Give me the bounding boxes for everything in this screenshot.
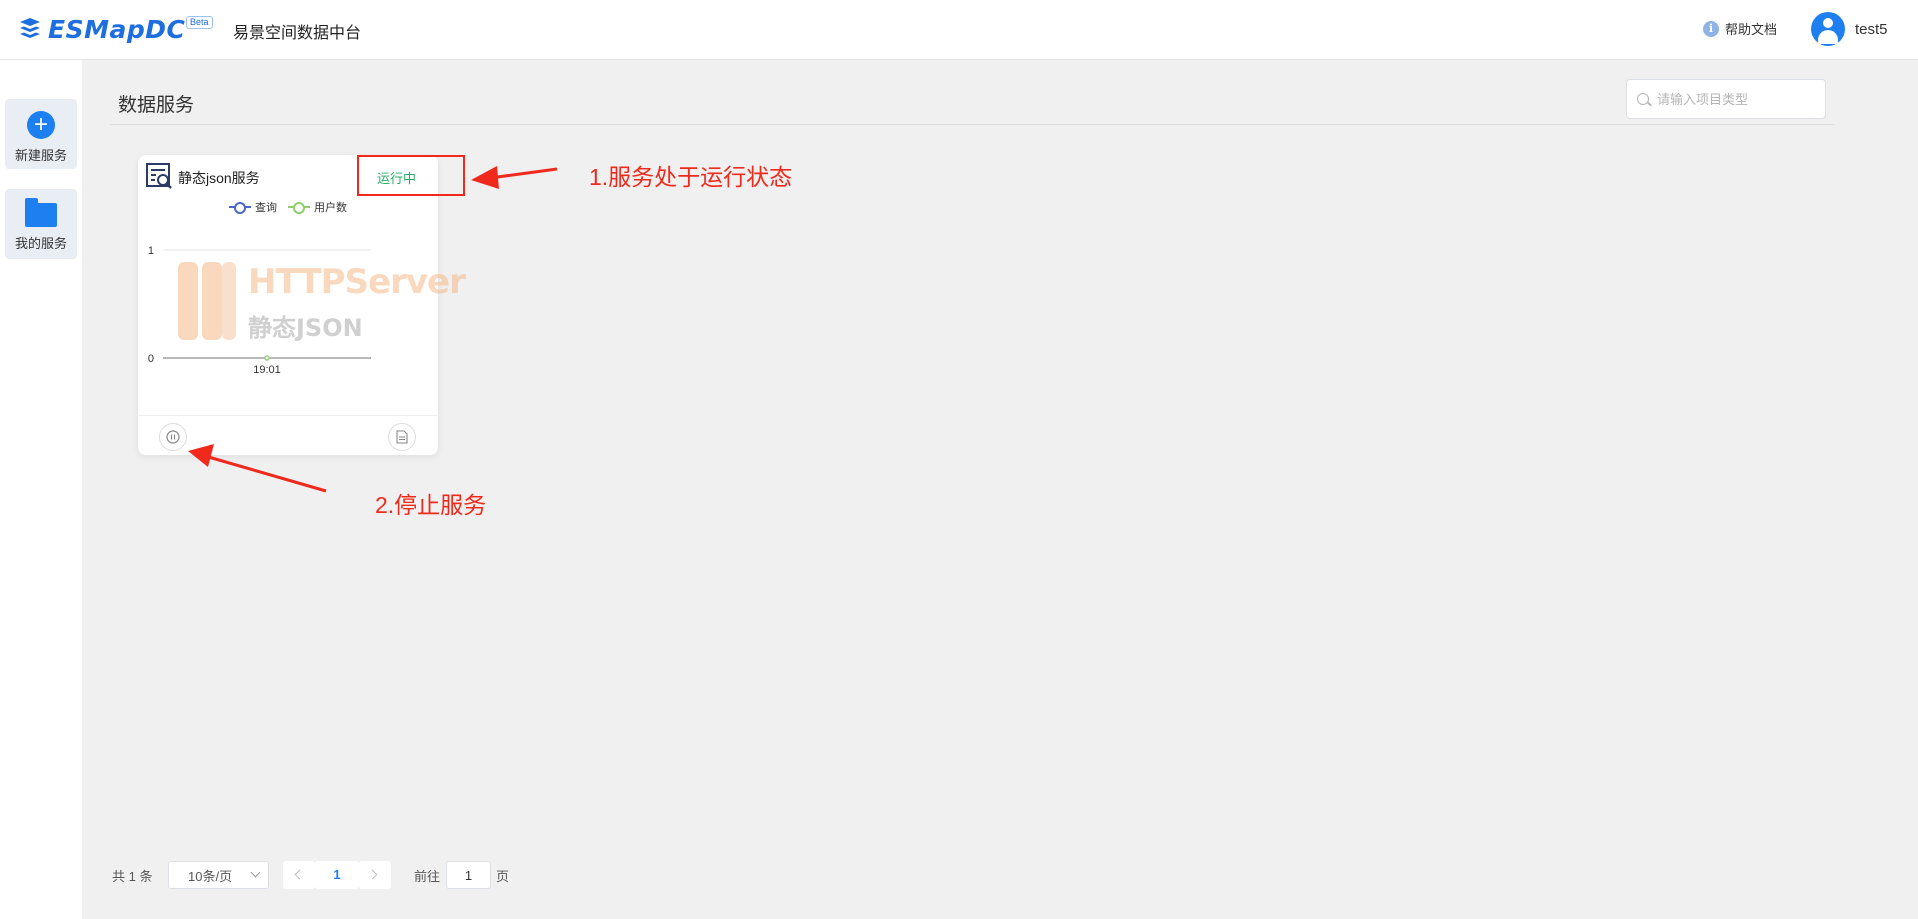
usage-line-chart: 1 0 19:01 bbox=[148, 245, 371, 376]
x-tick-label: 19:01 bbox=[253, 364, 281, 376]
legend-item-query[interactable]: 查询 bbox=[228, 199, 277, 215]
annotation-note-2: 2.停止服务 bbox=[375, 492, 487, 518]
sidebar-item-new-service[interactable]: + 新建服务 bbox=[5, 99, 77, 169]
divider bbox=[110, 124, 1835, 125]
next-page-button[interactable] bbox=[359, 861, 391, 889]
logo[interactable]: ESMapDC Beta bbox=[18, 14, 213, 44]
search-input[interactable] bbox=[1657, 91, 1817, 107]
goto-label: 前往 bbox=[414, 868, 441, 884]
stop-service-button[interactable] bbox=[159, 423, 187, 451]
legend-item-users[interactable]: 用户数 bbox=[288, 199, 347, 215]
annotation-arrow-1 bbox=[471, 166, 558, 189]
legend-label: 用户数 bbox=[314, 202, 348, 214]
y-tick-label: 0 bbox=[148, 353, 154, 365]
card-footer-divider bbox=[138, 415, 438, 416]
chevron-down-icon bbox=[250, 867, 261, 878]
pagination-total: 共 1 条 bbox=[112, 868, 153, 884]
top-header: ESMapDC Beta 易景空间数据中台 i 帮助文档 test5 bbox=[0, 0, 1918, 60]
info-icon: i bbox=[1703, 20, 1719, 37]
page-number-current[interactable]: 1 bbox=[315, 861, 359, 889]
help-docs-label: 帮助文档 bbox=[1725, 22, 1778, 37]
legend-marker bbox=[228, 202, 251, 214]
view-document-button[interactable] bbox=[388, 423, 416, 451]
y-tick-label: 1 bbox=[148, 245, 154, 257]
page-title: 数据服务 bbox=[118, 95, 195, 116]
sidebar: + 新建服务 我的服务 bbox=[0, 60, 82, 919]
page-size-value: 10条/页 bbox=[188, 868, 233, 884]
avatar bbox=[1811, 12, 1845, 46]
plus-icon: + bbox=[27, 111, 55, 139]
help-docs-link[interactable]: i 帮助文档 bbox=[1703, 19, 1777, 38]
logo-text: ESMapDC bbox=[48, 14, 186, 44]
logo-icon bbox=[20, 18, 40, 38]
legend-label: 查询 bbox=[254, 202, 277, 214]
goto-page-input[interactable] bbox=[446, 861, 491, 889]
search-icon bbox=[1637, 93, 1649, 105]
document-icon bbox=[396, 430, 408, 444]
annotation-note-1: 1.服务处于运行状态 bbox=[589, 164, 793, 190]
json-service-icon bbox=[146, 163, 172, 189]
sidebar-item-label: 新建服务 bbox=[14, 148, 67, 163]
sidebar-item-label: 我的服务 bbox=[14, 236, 67, 251]
page-size-select[interactable]: 10条/页 bbox=[168, 861, 269, 889]
annotation-arrows bbox=[188, 166, 558, 493]
annotation-highlight-box bbox=[357, 155, 465, 196]
chevron-right-icon bbox=[367, 869, 378, 880]
prev-page-button[interactable] bbox=[283, 861, 315, 889]
pause-icon bbox=[166, 430, 180, 444]
service-card[interactable]: 静态json服务 运行中 查询 用户数 HTTPServer 静态JSON 10… bbox=[138, 155, 466, 455]
data-point-series-1 bbox=[264, 355, 270, 361]
folder-icon bbox=[25, 198, 57, 227]
legend-marker bbox=[288, 202, 311, 214]
service-title: 静态json服务 bbox=[178, 170, 260, 186]
user-menu[interactable]: test5 bbox=[1811, 12, 1888, 46]
app-name: 易景空间数据中台 bbox=[233, 25, 362, 42]
sidebar-item-my-services[interactable]: 我的服务 bbox=[5, 189, 77, 259]
chart-legend: 查询 用户数 bbox=[138, 199, 438, 215]
search-box[interactable] bbox=[1626, 79, 1826, 119]
username: test5 bbox=[1855, 20, 1888, 38]
chevron-left-icon bbox=[294, 869, 305, 880]
beta-badge: Beta bbox=[186, 16, 213, 29]
page-unit-label: 页 bbox=[496, 868, 510, 884]
